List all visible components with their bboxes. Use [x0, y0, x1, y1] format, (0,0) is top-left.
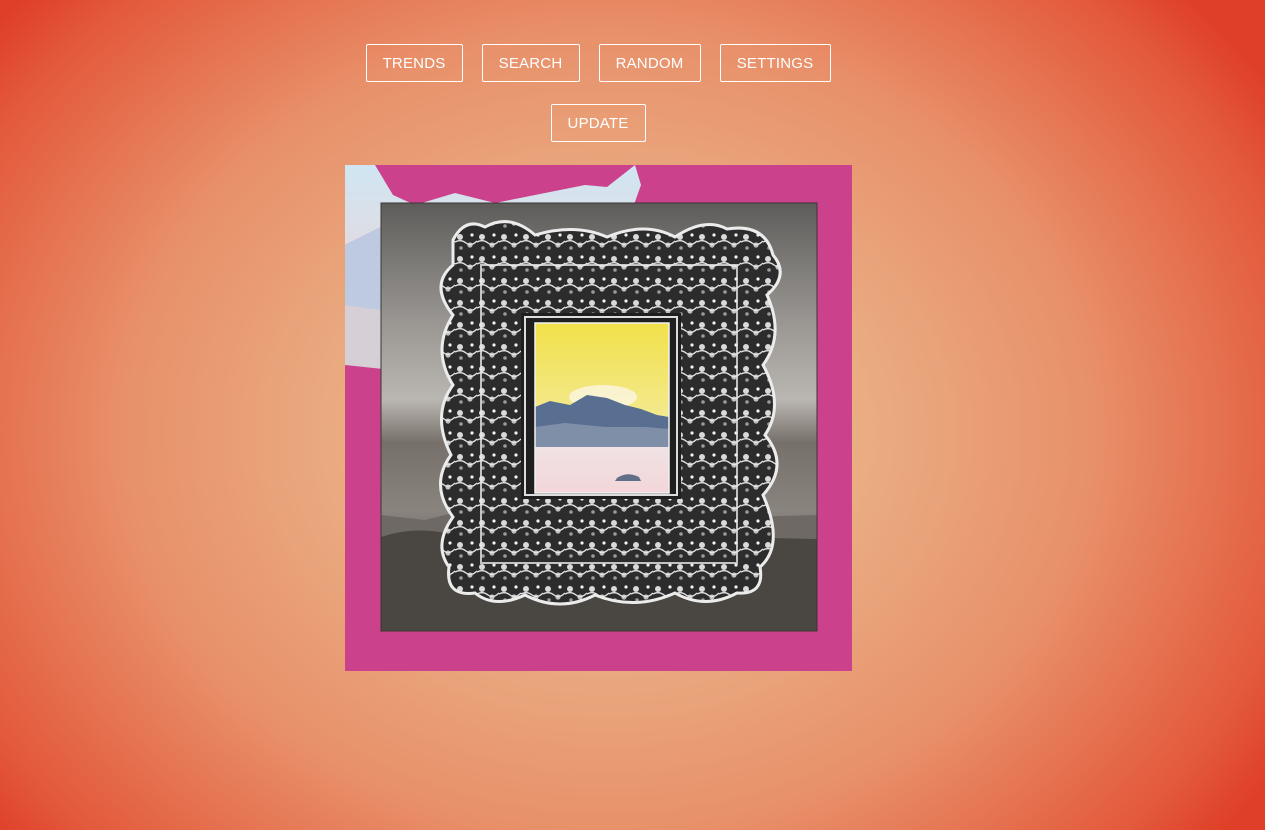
artwork-image: [345, 165, 852, 671]
update-button[interactable]: UPDATE: [550, 104, 646, 142]
main-nav: TRENDS SEARCH RANDOM SETTINGS: [0, 44, 1196, 82]
secondary-nav: UPDATE: [0, 104, 1196, 142]
random-button[interactable]: RANDOM: [598, 44, 701, 82]
settings-button[interactable]: SETTINGS: [719, 44, 831, 82]
trends-button[interactable]: TRENDS: [365, 44, 463, 82]
search-button[interactable]: SEARCH: [481, 44, 580, 82]
